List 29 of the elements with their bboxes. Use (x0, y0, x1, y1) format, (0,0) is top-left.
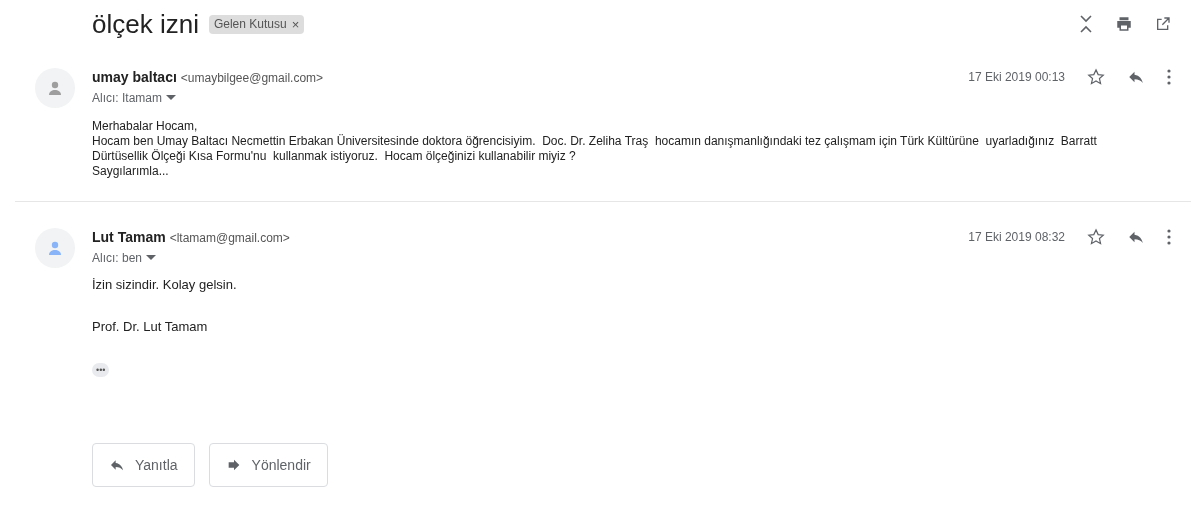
message-date: 17 Eki 2019 08:32 (968, 230, 1065, 244)
new-window-button[interactable] (1155, 16, 1171, 32)
email-subject: ölçek izni (92, 8, 199, 40)
remove-label-button[interactable]: × (291, 16, 300, 32)
show-trimmed-button[interactable]: ••• (92, 363, 110, 377)
more-options-button[interactable] (1167, 229, 1171, 245)
recipient-dropdown[interactable]: Alıcı: Itamam (92, 91, 176, 105)
sender-email: <umaybilgee@gmail.com> (180, 71, 324, 85)
message-text: İzin sizindir. Kolay gelsin. (92, 277, 238, 293)
collapse-all-button[interactable] (1079, 14, 1093, 34)
label-text: Gelen Kutusu (213, 17, 287, 31)
message-text: Merhabalar Hocam, (92, 119, 199, 134)
sender-name: umay baltacı (92, 69, 177, 85)
more-options-button[interactable] (1167, 69, 1171, 85)
star-button[interactable] (1087, 68, 1105, 86)
star-button[interactable] (1087, 228, 1105, 246)
reply-arrow-icon (109, 457, 125, 473)
recipient-dropdown[interactable]: Alıcı: ben (92, 251, 157, 265)
message-text: Hocam ben Umay Baltacı Necmettin Erbakan Üniversitesinde doktora öğrencisiyim. Doc. Dr. Zeliha Traş hocamın danışmanlığındaki tez çalışmam için Türk Kültürüne uyarladığınız Barratt Dürtüsellik Ölçeği Kısa Formu'nu kullanmak istiyoruz. Hocam ölçeğinizi kullanabilir miyiz ? (92, 134, 1098, 164)
caret-icon (166, 95, 176, 101)
print-button[interactable] (1115, 15, 1133, 33)
message-text: Prof. Dr. Lut Tamam (92, 319, 209, 335)
caret-icon (146, 255, 157, 261)
reply-button[interactable]: Yanıtla (92, 443, 195, 487)
sender-name: Lut Tamam (92, 229, 166, 245)
sender-email: <ltamam@gmail.com> (169, 231, 290, 245)
message-date: 17 Eki 2019 00:13 (968, 70, 1065, 84)
forward-button[interactable]: Yönlendir (208, 443, 328, 487)
message-text: Saygılarımla... (92, 164, 170, 179)
